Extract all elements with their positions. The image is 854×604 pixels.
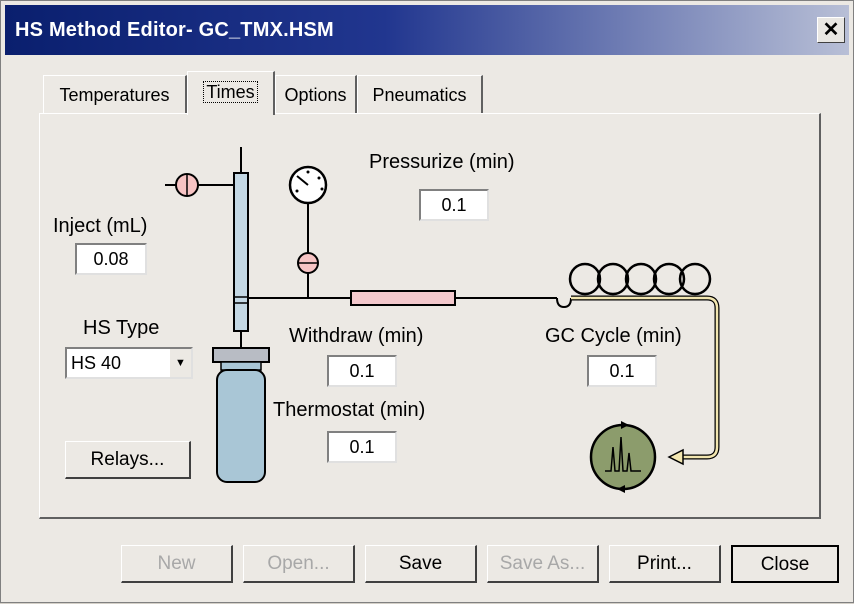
hs-type-label: HS Type — [83, 317, 160, 339]
headspace-schematic — [165, 147, 720, 493]
inject-label: Inject (mL) — [53, 215, 148, 237]
withdraw-input[interactable]: 0.1 — [327, 355, 397, 387]
hs-type-value: HS 40 — [71, 353, 122, 373]
relays-button[interactable]: Relays... — [65, 441, 191, 479]
injection-needle-icon — [233, 147, 249, 349]
inject-input[interactable]: 0.08 — [75, 243, 147, 275]
vial-icon — [212, 347, 270, 483]
thermostat-input[interactable]: 0.1 — [327, 431, 397, 463]
pressure-gauge-icon — [288, 165, 328, 298]
pressurize-label: Pressurize (min) — [369, 151, 515, 173]
tab-times[interactable]: Times — [187, 71, 275, 115]
save-as-button[interactable]: Save As... — [487, 545, 599, 583]
close-button[interactable]: Close — [731, 545, 839, 583]
thermostat-label: Thermostat (min) — [273, 399, 426, 421]
method-editor-window: HS Method Editor- GC_TMX.HSM ✕ Temperatu… — [0, 0, 854, 603]
tab-label: Times — [203, 81, 258, 103]
open-button[interactable]: Open... — [243, 545, 355, 583]
gc-cycle-input[interactable]: 0.1 — [587, 355, 657, 387]
gc-cycle-label: GC Cycle (min) — [545, 325, 682, 347]
transfer-line-icon — [350, 290, 456, 306]
valve-icon — [165, 173, 234, 197]
hs-type-select[interactable]: HS 40 ▼ — [65, 347, 193, 379]
withdraw-label: Withdraw (min) — [289, 325, 424, 347]
save-button[interactable]: Save — [365, 545, 477, 583]
pressurize-input[interactable]: 0.1 — [419, 189, 489, 221]
print-button[interactable]: Print... — [609, 545, 721, 583]
chevron-down-icon[interactable]: ▼ — [169, 349, 191, 377]
detector-chromatogram-icon — [589, 421, 657, 493]
new-button[interactable]: New — [121, 545, 233, 583]
